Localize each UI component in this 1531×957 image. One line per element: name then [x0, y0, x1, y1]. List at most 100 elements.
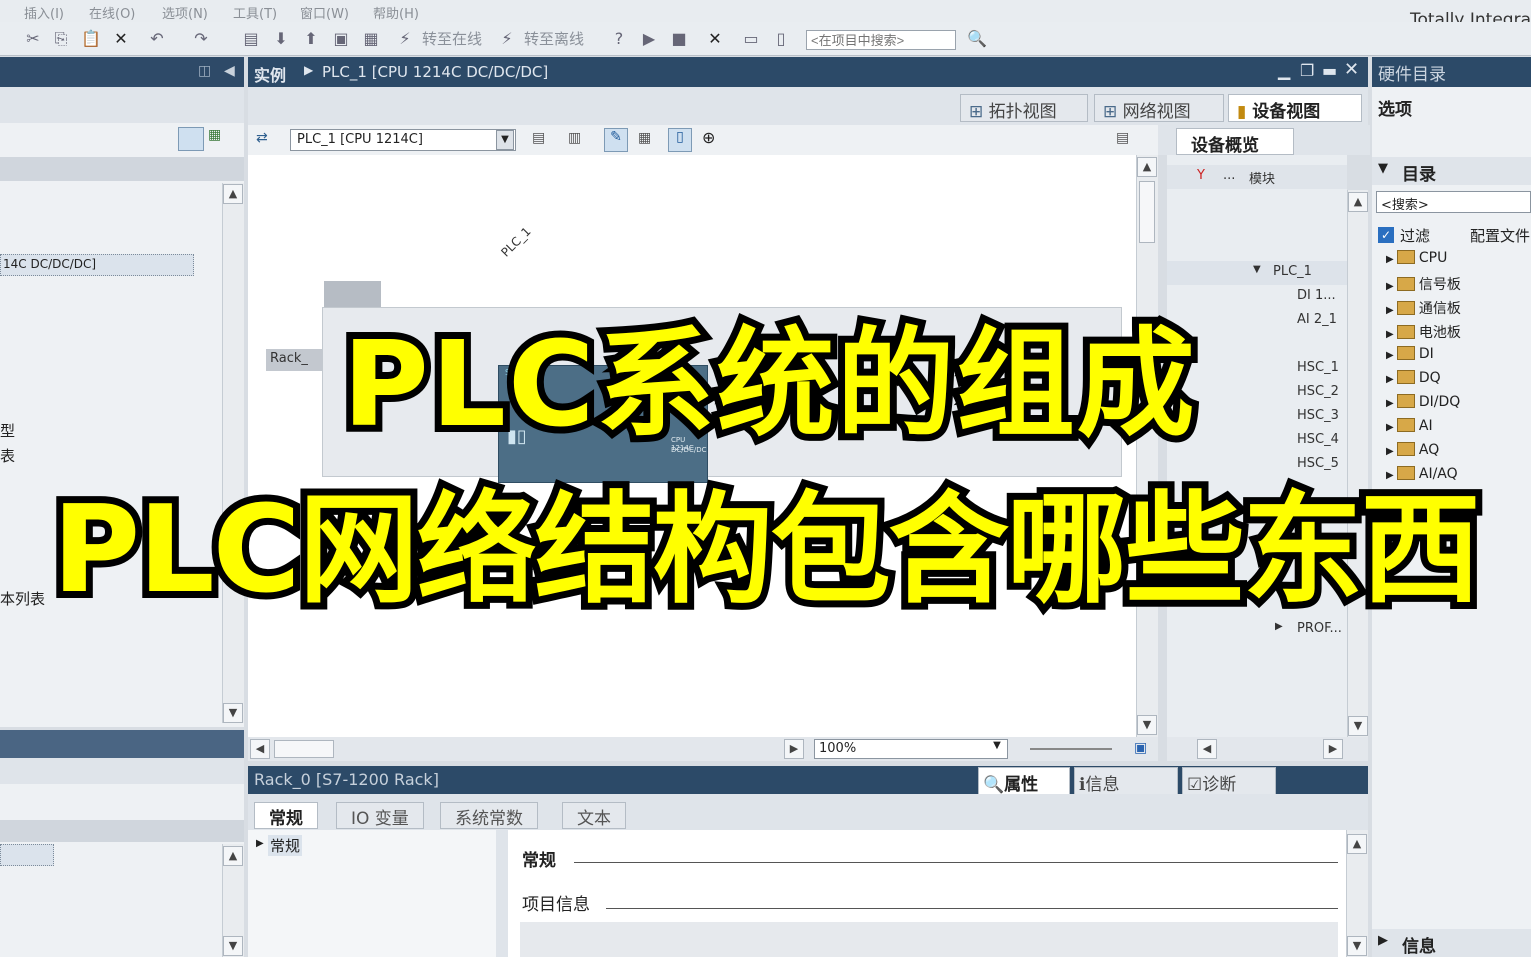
menu-insert[interactable]: 插入(I)	[24, 3, 64, 22]
minimize-icon[interactable]: ▁	[1278, 61, 1290, 80]
zoom-in-icon[interactable]: ⊕	[702, 128, 715, 147]
split-horizontal-icon[interactable]: ▭	[740, 28, 762, 50]
overview-scroll-down-icon[interactable]: ▼	[1348, 716, 1368, 736]
runtime-icon[interactable]: ▦	[360, 28, 382, 50]
tab-network-view[interactable]: ⊞ 网络视图	[1094, 94, 1224, 122]
tab-topology-view[interactable]: ⊞ 拓扑视图	[960, 94, 1088, 122]
device-select-icon[interactable]: ⇄	[256, 130, 268, 146]
canvas-scroll-thumb[interactable]	[1139, 181, 1155, 243]
tree-scroll-down-icon[interactable]: ▼	[223, 703, 243, 723]
close-editor-icon[interactable]: ✕	[1344, 59, 1359, 80]
canvas-scroll-up-icon[interactable]: ▲	[1137, 157, 1157, 177]
catalog-search-input[interactable]: <搜索>	[1376, 191, 1531, 213]
close-icon[interactable]: ✕	[704, 28, 726, 50]
show-names-icon[interactable]: ▥	[568, 130, 581, 146]
tab-info[interactable]: ℹ信息	[1074, 767, 1178, 795]
maximize-icon[interactable]: ▬	[1322, 61, 1337, 80]
tab-texts[interactable]: 文本	[562, 802, 626, 829]
details-row-selected[interactable]	[0, 844, 54, 866]
overview-scroll-left-icon[interactable]: ◀	[1197, 739, 1217, 759]
tree-scroll-up-icon[interactable]: ▲	[223, 184, 243, 204]
menu-window[interactable]: 窗口(W)	[300, 3, 349, 22]
cut-icon[interactable]: ✂	[22, 28, 44, 50]
compile-icon[interactable]: ▤	[240, 28, 262, 50]
details-scroll-up-icon[interactable]: ▲	[223, 846, 243, 866]
filter-checkbox[interactable]: ✓	[1378, 227, 1394, 243]
zoom-dropdown-icon[interactable]: ▼	[988, 740, 1006, 758]
collapse-left-icon[interactable]: ◀	[224, 63, 235, 79]
menu-options[interactable]: 选项(N)	[162, 3, 208, 22]
canvas-scroll-left-icon[interactable]: ◀	[250, 739, 270, 759]
go-online-button[interactable]: 转至在线	[422, 28, 482, 49]
download-icon[interactable]: ⬇	[270, 28, 292, 50]
tab-io-tags[interactable]: IO 变量	[336, 802, 424, 829]
breadcrumb-separator-icon: ▶	[304, 63, 314, 77]
inspector-content: 常规 项目信息	[508, 830, 1346, 957]
overview-scroll-up-icon[interactable]: ▲	[1348, 192, 1368, 212]
catalog-options[interactable]: 选项	[1378, 95, 1412, 120]
show-module-icon[interactable]: ▤	[532, 130, 545, 146]
tree-view-icon[interactable]	[178, 127, 204, 151]
canvas-scroll-down-icon[interactable]: ▼	[1137, 715, 1157, 735]
go-offline-button[interactable]: 转至离线	[524, 28, 584, 49]
catalog-info-header[interactable]: ▶ 信息	[1372, 929, 1531, 957]
start-cpu-icon[interactable]: ▶	[638, 28, 660, 50]
zoom-slider[interactable]	[1030, 748, 1112, 750]
device-dropdown[interactable]: PLC_1 [CPU 1214C]	[290, 129, 516, 151]
menu-online[interactable]: 在线(O)	[89, 3, 135, 22]
inspector-splitter[interactable]	[496, 830, 508, 957]
nav-item-general[interactable]: 常规	[268, 835, 303, 856]
project-search-input[interactable]	[806, 30, 956, 50]
upload-icon[interactable]: ⬆	[300, 28, 322, 50]
simulation-icon[interactable]: ▣	[330, 28, 352, 50]
menu-tools[interactable]: 工具(T)	[233, 3, 277, 22]
panel-toggle-icon[interactable]: ▯	[668, 128, 692, 152]
overview-scroll-right-icon[interactable]: ▶	[1323, 739, 1343, 759]
delete-icon[interactable]: ✕	[110, 28, 132, 50]
tree-row-selected[interactable]: 14C DC/DC/DC]	[0, 254, 194, 276]
tab-properties[interactable]: 🔍属性	[978, 767, 1070, 795]
go-offline-icon[interactable]: ⚡	[496, 28, 518, 50]
catalog-item-cpu[interactable]: ▶ CPU	[1386, 250, 1447, 272]
overview-row-plc[interactable]: ▼ PLC_1	[1167, 261, 1347, 285]
dropdown-arrow-icon[interactable]: ▼	[496, 130, 514, 150]
redo-icon[interactable]: ↷	[190, 28, 212, 50]
breadcrumb-device[interactable]: PLC_1 [CPU 1214C DC/DC/DC]	[322, 63, 548, 81]
undo-icon[interactable]: ↶	[146, 28, 168, 50]
tab-device-overview[interactable]: 设备概览	[1176, 128, 1294, 156]
accessible-devices-icon[interactable]: ?	[608, 28, 630, 50]
folder-icon	[1396, 250, 1415, 264]
tab-device-label: 设备视图	[1252, 102, 1321, 122]
inspector-scroll-down-icon[interactable]: ▼	[1347, 936, 1367, 956]
pin-icon[interactable]: ◫	[198, 63, 211, 79]
inspector-scroll-up-icon[interactable]: ▲	[1347, 834, 1367, 854]
stop-cpu-icon[interactable]: ■	[668, 28, 690, 50]
canvas-hscroll-thumb[interactable]	[274, 740, 334, 758]
overview-toggle-icon[interactable]: ▤	[1116, 130, 1129, 146]
split-vertical-icon[interactable]: ▯	[770, 28, 792, 50]
grid-icon[interactable]: ▦	[638, 130, 651, 146]
menu-help[interactable]: 帮助(H)	[373, 3, 419, 22]
tab-diagnostics[interactable]: ☑诊断	[1182, 767, 1276, 795]
breadcrumb-project[interactable]: 实例	[254, 62, 286, 86]
tab-device-view[interactable]: ▮ 设备视图	[1228, 94, 1362, 122]
inspector-scrollbar[interactable]: ▲ ▼	[1346, 830, 1368, 957]
search-go-icon[interactable]: 🔍	[966, 28, 988, 50]
zoom-select[interactable]: 100%	[814, 739, 1008, 759]
edit-mode-icon[interactable]: ✎	[604, 128, 628, 152]
copy-icon[interactable]: ⎘	[50, 28, 72, 50]
go-online-icon[interactable]: ⚡	[394, 28, 416, 50]
tree-add-icon[interactable]: ▦	[208, 127, 221, 143]
canvas-scroll-right-icon[interactable]: ▶	[784, 739, 804, 759]
restore-icon[interactable]: ❐	[1300, 61, 1314, 80]
tab-general[interactable]: 常规	[254, 802, 318, 829]
expand-icon[interactable]: ▶	[256, 838, 264, 849]
tab-system-constants[interactable]: 系统常数	[440, 802, 538, 829]
tab-info-label: 信息	[1085, 775, 1120, 795]
expand-icon[interactable]: ▼	[1253, 264, 1261, 275]
paste-icon[interactable]: 📋	[80, 28, 102, 50]
fit-view-icon[interactable]: ▣	[1134, 740, 1147, 756]
catalog-section-header[interactable]: ▼ 目录	[1372, 157, 1531, 185]
filter-label: 过滤	[1400, 227, 1431, 245]
details-scroll-down-icon[interactable]: ▼	[223, 936, 243, 956]
